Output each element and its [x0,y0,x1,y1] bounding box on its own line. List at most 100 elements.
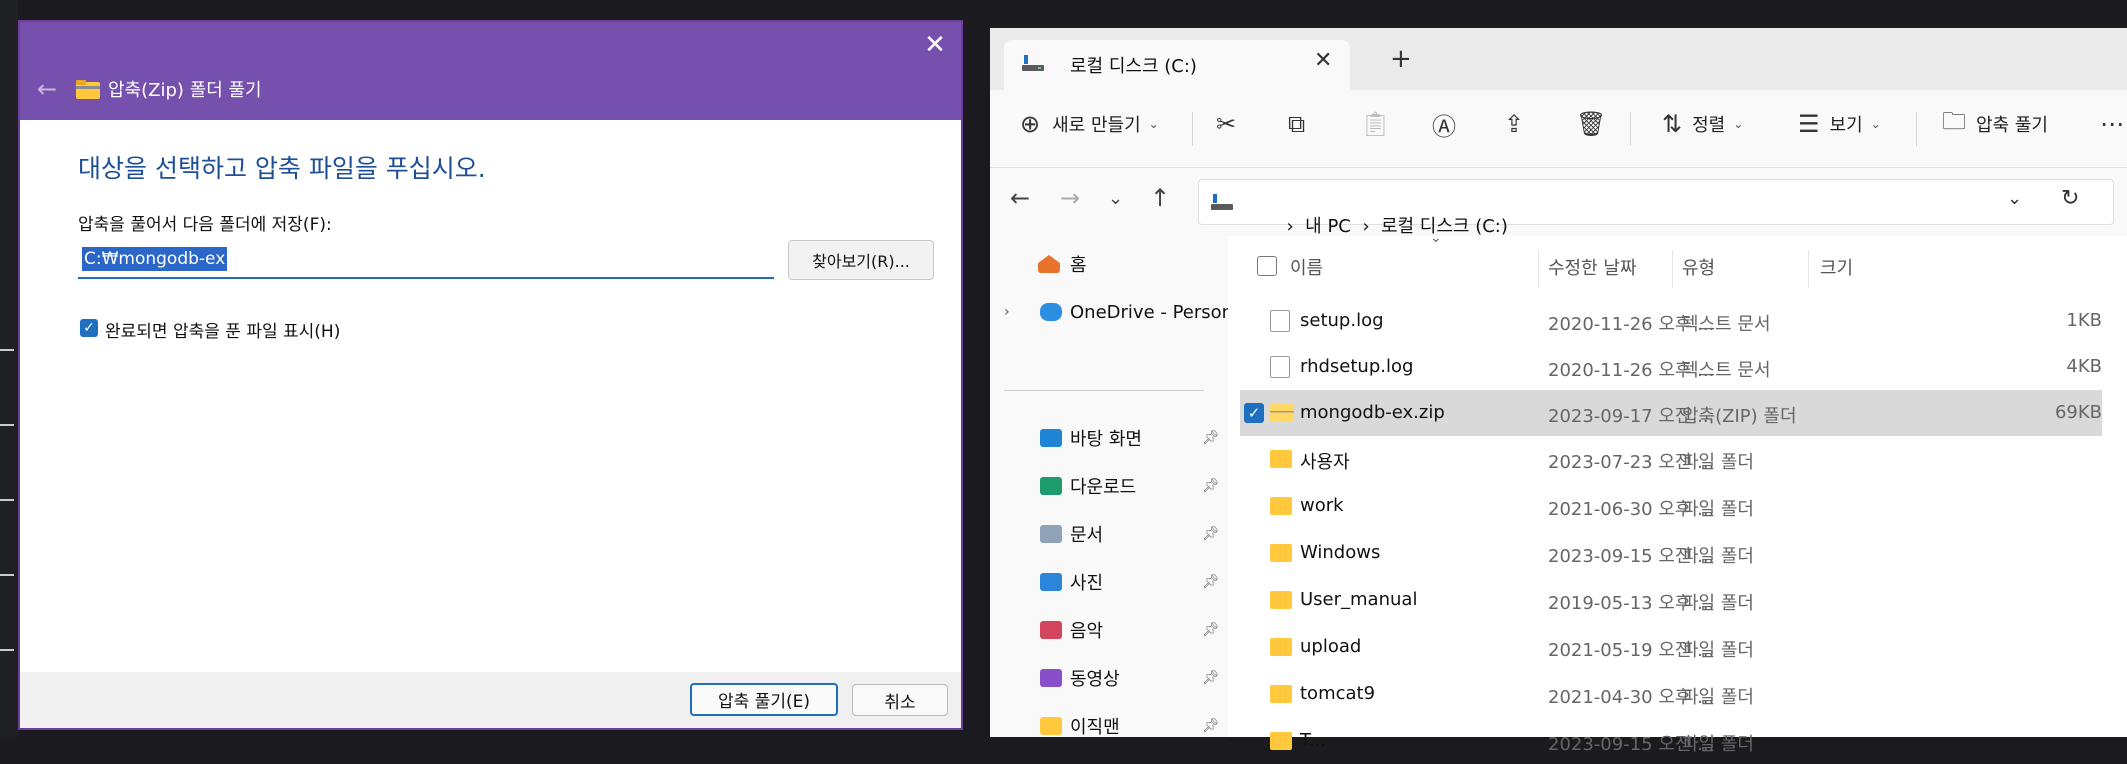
column-divider[interactable] [1808,250,1809,288]
show-files-checkbox[interactable]: ✓ [80,319,98,337]
column-modified[interactable]: 수정한 날짜 [1548,254,1637,280]
sort-icon: ⇅ [1662,110,1683,138]
new-button[interactable]: ⊕ 새로 만들기 ⌄ [1020,104,1159,144]
back-arrow-icon[interactable]: ← [1010,184,1030,212]
column-divider[interactable] [1538,250,1539,288]
pin-icon[interactable]: 📌︎ [1202,622,1220,638]
file-row[interactable]: rhdsetup.log 2020-11-26 오후 ... 텍스트 문서 4K… [1240,344,2102,390]
rename-button[interactable]: Ⓐ [1432,104,1456,144]
up-arrow-icon[interactable]: ↑ [1150,184,1170,212]
address-bar[interactable]: › 내 PC › 로컬 디스크 (C:) ⌄ ↻ [1198,179,2114,237]
folder-icon [1270,497,1292,515]
view-button[interactable]: ☰ 보기 ⌄ [1798,104,1881,144]
row-checkbox[interactable]: ✓ [1244,403,1264,423]
pin-icon[interactable]: 📌︎ [1202,478,1220,494]
file-row[interactable]: 사용자 2023-07-23 오전 ... 파일 폴더 [1240,436,2102,482]
extract-button[interactable]: 압축 풀기(E) [690,683,838,716]
file-row[interactable]: T... 2023-09-15 오전 ... 파일 폴더 [1240,718,2102,764]
tab-local-disk[interactable]: 로컬 디스크 (C:) ✕ [1004,40,1350,90]
folder-icon [1040,717,1062,735]
file-type: 파일 폴더 [1682,499,1754,520]
cut-button[interactable]: ✂ [1216,104,1236,144]
file-row[interactable]: Windows 2023-09-15 오전 ... 파일 폴더 [1240,530,2102,576]
file-row[interactable]: tomcat9 2021-04-30 오후 ... 파일 폴더 [1240,671,2102,717]
folder-icon [1270,591,1292,609]
pin-icon[interactable]: 📌︎ [1202,526,1220,542]
nav-item-videos[interactable]: 동영상 📌︎ [990,657,1228,699]
paste-button[interactable]: 📋︎ [1360,104,1390,144]
drive-icon [1022,55,1044,71]
nav-item-user-folder[interactable]: 이직맨 📌︎ [990,705,1228,747]
file-explorer-window: 로컬 디스크 (C:) ✕ + ⊕ 새로 만들기 ⌄ ✂ ⧉ 📋︎ Ⓐ ⇪ 🗑︎… [990,28,2127,755]
nav-item-music[interactable]: 음악 📌︎ [990,609,1228,651]
back-arrow-icon[interactable]: ← [32,74,62,104]
cloud-icon [1040,303,1062,321]
scissors-icon: ✂ [1216,110,1237,138]
text-file-icon [1270,310,1290,332]
copy-button[interactable]: ⧉ [1288,104,1305,144]
file-name: mongodb-ex.zip [1300,402,1445,423]
desktop-icon [1040,429,1062,447]
file-type: 파일 폴더 [1682,734,1754,755]
column-name[interactable]: 이름 [1290,254,1323,280]
extract-folder-icon: 🗀 [1942,106,1966,135]
toolbar-divider [1916,112,1917,146]
new-tab-icon[interactable]: + [1390,46,1412,72]
trash-icon: 🗑︎ [1576,110,1607,138]
pictures-icon [1040,573,1062,591]
close-icon[interactable]: ✕ [920,30,950,60]
pin-icon[interactable]: 📌︎ [1202,670,1220,686]
pin-icon[interactable]: 📌︎ [1202,718,1220,734]
file-row[interactable]: upload 2021-05-19 오전 ... 파일 폴더 [1240,624,2102,670]
file-row[interactable]: work 2021-06-30 오후 ... 파일 폴더 [1240,483,2102,529]
share-button[interactable]: ⇪ [1504,104,1524,144]
pin-icon[interactable]: 📌︎ [1202,430,1220,446]
column-size[interactable]: 크기 [1820,254,1853,280]
rename-icon: Ⓐ [1432,112,1456,141]
nav-item-desktop[interactable]: 바탕 화면 📌︎ [990,417,1228,459]
close-icon[interactable]: ✕ [1314,48,1332,73]
column-divider[interactable] [1672,250,1673,288]
dialog-titlebar: ✕ ← 압축(Zip) 폴더 풀기 [20,22,961,120]
cancel-button[interactable]: 취소 [852,684,948,716]
file-name: T... [1300,730,1327,751]
home-icon [1038,255,1060,273]
show-files-label[interactable]: 완료되면 압축을 푼 파일 표시(H) [105,317,340,342]
file-row[interactable]: User_manual 2019-05-13 오후 ... 파일 폴더 [1240,577,2102,623]
refresh-icon[interactable]: ↻ [2061,186,2079,211]
chevron-down-icon[interactable]: ⌄ [2007,188,2022,209]
pin-icon[interactable]: 📌︎ [1202,574,1220,590]
extract-all-button[interactable]: 🗀 압축 풀기 [1942,104,2048,144]
dialog-title: 압축(Zip) 폴더 풀기 [108,80,262,101]
more-options-button[interactable]: ⋯ [2100,104,2124,144]
destination-path-input[interactable] [78,241,774,279]
breadcrumb-separator: › [1280,216,1306,237]
breadcrumb-this-pc[interactable]: 내 PC [1305,216,1351,237]
file-size: 1KB [2066,310,2102,331]
nav-item-documents[interactable]: 문서 📌︎ [990,513,1228,555]
breadcrumb-local-disk[interactable]: 로컬 디스크 (C:) [1381,216,1508,237]
file-row-selected[interactable]: ✓ mongodb-ex.zip 2023-09-17 오전 ... 압축(ZI… [1240,390,2102,436]
select-all-checkbox[interactable] [1257,256,1277,276]
tab-title: 로컬 디스크 (C:) [1070,56,1197,77]
file-name: setup.log [1300,310,1384,331]
browse-button[interactable]: 찾아보기(R)... [788,240,934,280]
forward-arrow-icon[interactable]: → [1060,184,1080,212]
column-type[interactable]: 유형 [1682,254,1715,280]
file-type: 파일 폴더 [1682,687,1754,708]
nav-item-onedrive[interactable]: › OneDrive - Persona [990,291,1228,333]
file-row[interactable]: setup.log 2020-11-26 오후 ... 텍스트 문서 1KB [1240,298,2102,344]
chevron-down-icon: ⌄ [1733,117,1744,131]
nav-item-downloads[interactable]: 다운로드 📌︎ [990,465,1228,507]
chevron-down-icon: ⌄ [1148,117,1159,131]
recent-locations-icon[interactable]: ⌄ [1108,188,1123,209]
nav-label: 바탕 화면 [1070,429,1142,450]
sort-button[interactable]: ⇅ 정렬 ⌄ [1662,104,1743,144]
nav-item-pictures[interactable]: 사진 📌︎ [990,561,1228,603]
paste-icon: 📋︎ [1360,110,1391,138]
nav-item-home[interactable]: 홈 [990,243,1228,285]
nav-label: 사진 [1070,573,1104,594]
background-line [0,649,14,651]
delete-button[interactable]: 🗑︎ [1576,104,1606,144]
background-window-edge [0,0,18,737]
